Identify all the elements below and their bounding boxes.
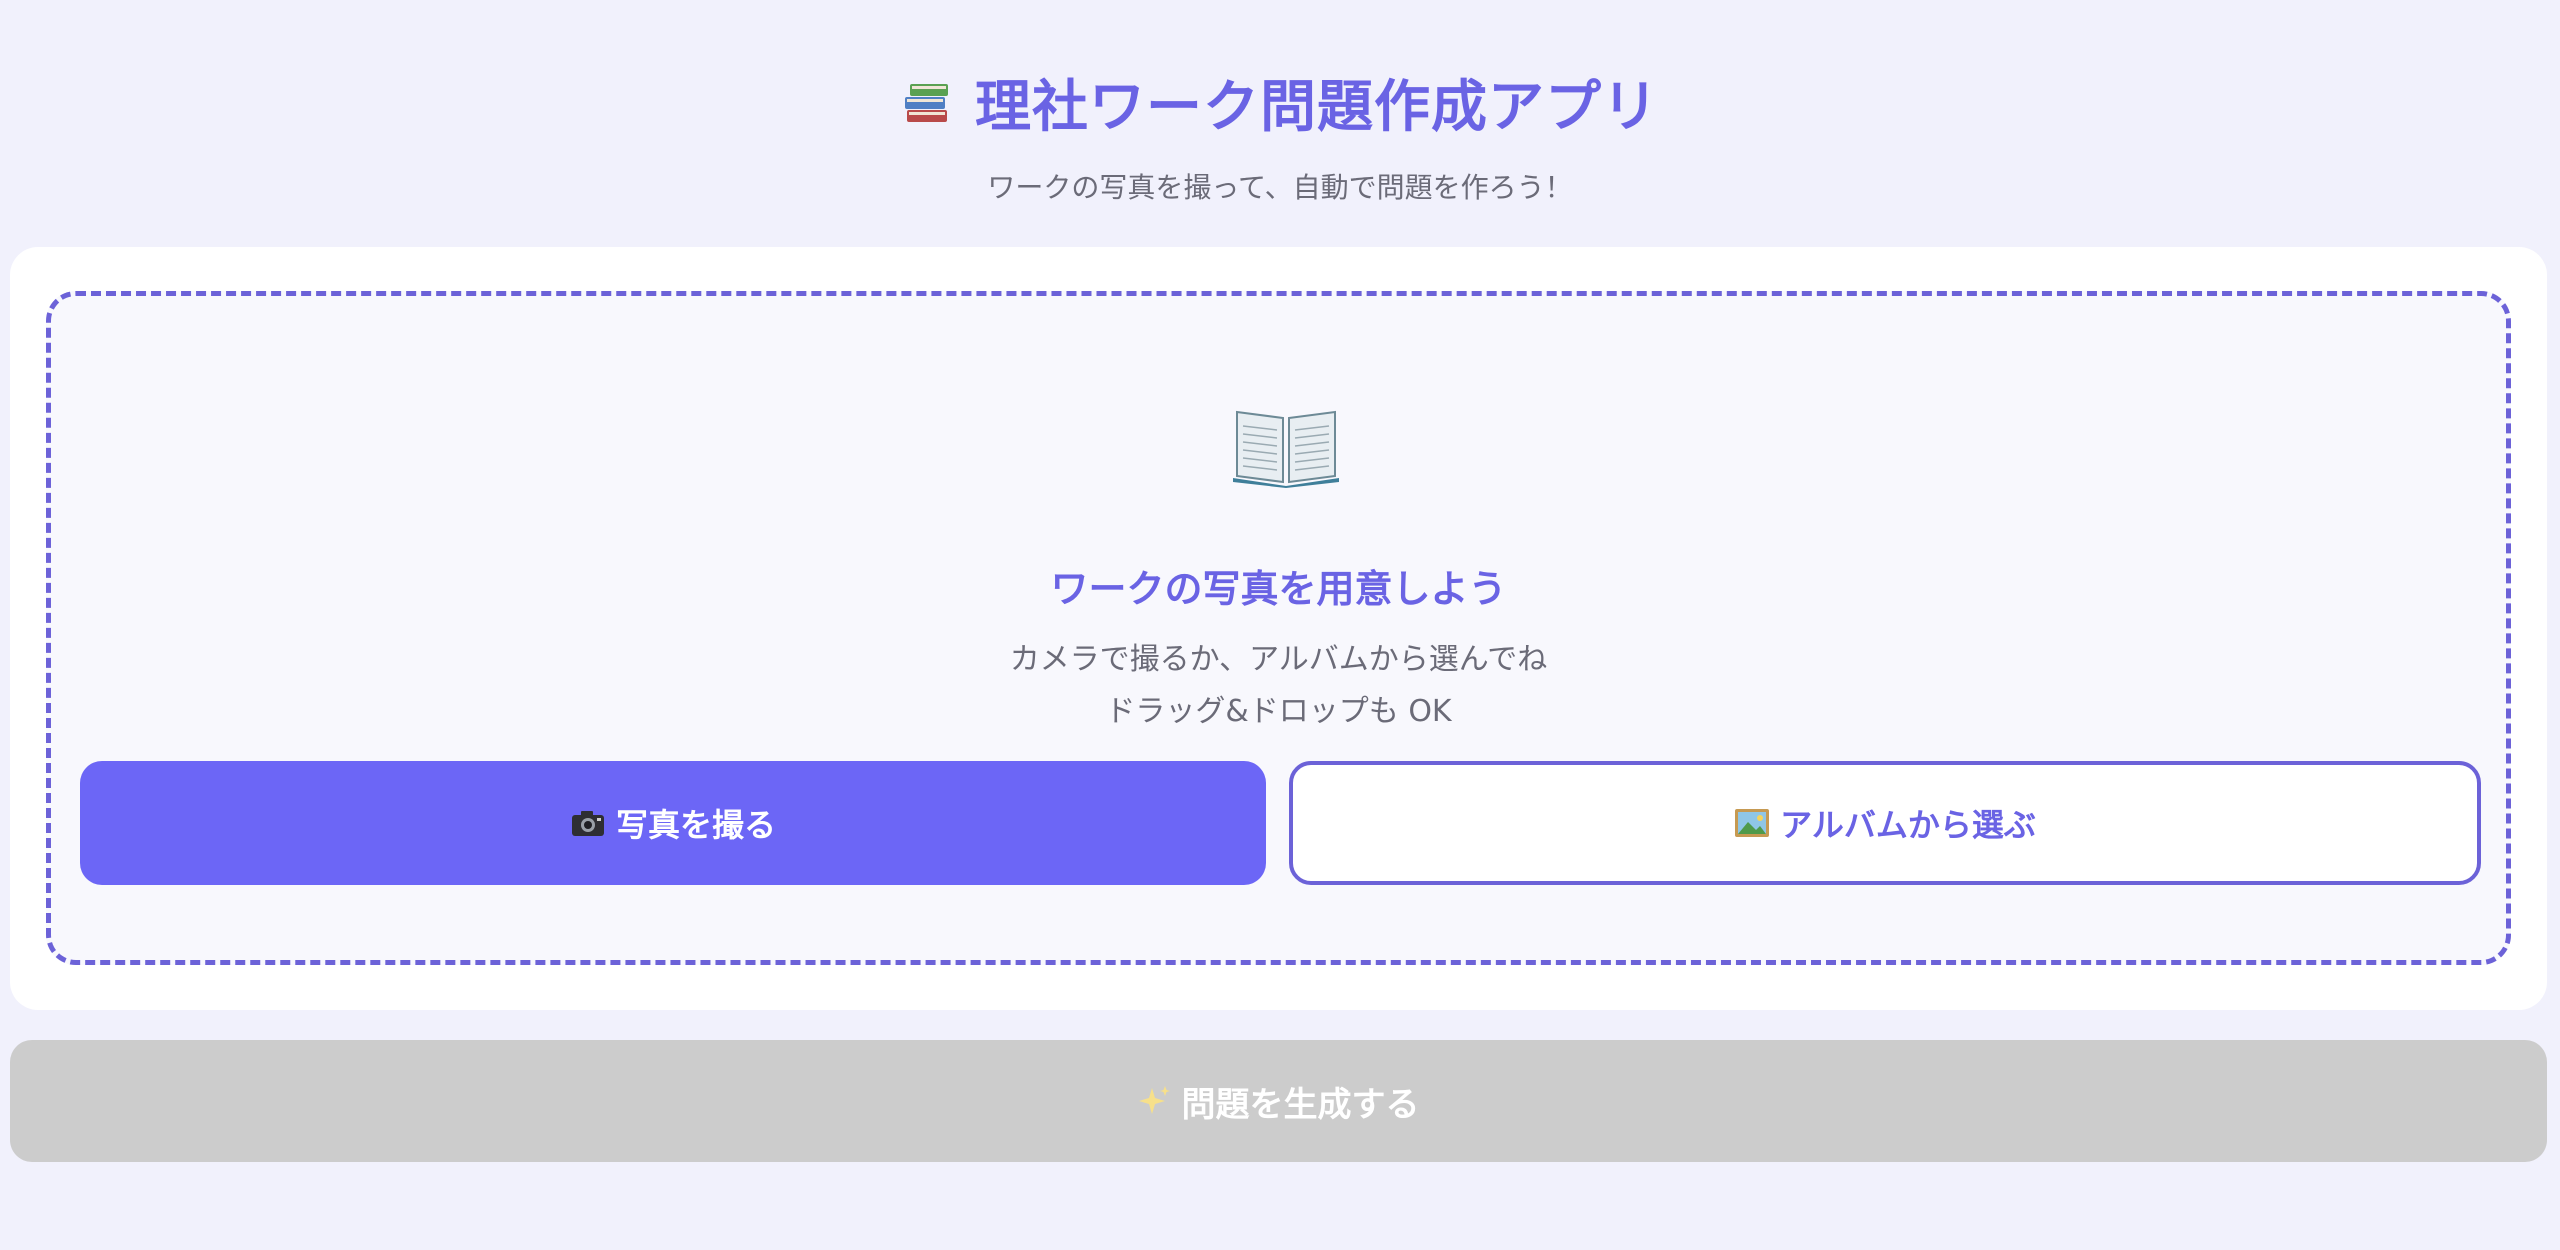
upload-card: ワークの写真を用意しよう カメラで撮るか、アルバムから選んでね ドラッグ&ドロッ… [10, 247, 2547, 1010]
take-photo-label: 写真を撮る [615, 806, 776, 844]
upload-hint-line-2: ドラッグ&ドロップも OK [1105, 694, 1452, 729]
take-photo-button[interactable]: 写真を撮る [80, 761, 1266, 885]
upload-hint-line-1: カメラで撮るか、アルバムから選んでね [1009, 642, 1548, 677]
drop-zone[interactable]: ワークの写真を用意しよう カメラで撮るか、アルバムから選んでね ドラッグ&ドロッ… [46, 291, 2511, 965]
books-icon [901, 76, 953, 128]
choose-album-button[interactable]: アルバムから選ぶ [1289, 761, 2481, 885]
sparkles-icon [1138, 1084, 1172, 1118]
page-title: 理社ワーク問題作成アプリ [975, 74, 1659, 140]
generate-questions-label: 問題を生成する [1181, 1084, 1420, 1125]
camera-icon [570, 808, 606, 838]
choose-album-label: アルバムから選ぶ [1780, 806, 2036, 844]
picture-icon [1734, 808, 1770, 838]
page-subtitle: ワークの写真を撮って、自動で問題を作ろう！ [987, 171, 1573, 204]
open-book-icon [1231, 398, 1341, 488]
upload-heading: ワークの写真を用意しよう [1050, 567, 1507, 611]
generate-questions-button[interactable]: 問題を生成する [10, 1040, 2547, 1162]
title-row: 理社ワーク問題作成アプリ [0, 62, 2560, 142]
